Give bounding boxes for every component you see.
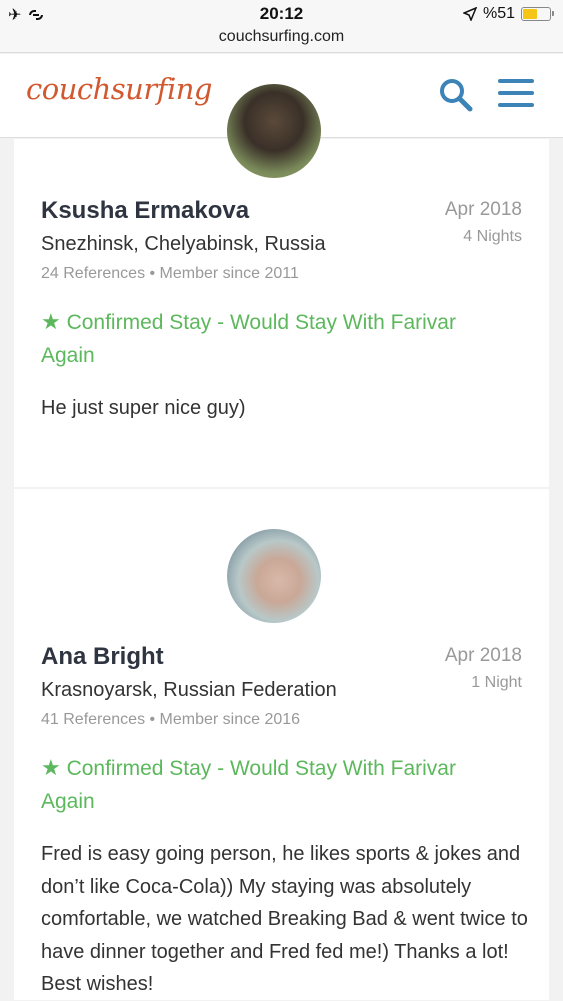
reference-card: Ana Bright Apr 2018 Krasnoyarsk, Russian… xyxy=(14,489,549,1000)
menu-bar xyxy=(498,103,534,107)
confirmed-stay: ★ Confirmed Stay - Would Stay With Fariv… xyxy=(41,305,511,372)
confirmed-stay-text: Confirmed Stay - Would Stay With Farivar… xyxy=(41,757,456,813)
reference-location: Krasnoyarsk, Russian Federation xyxy=(41,679,337,701)
search-button[interactable] xyxy=(439,78,473,112)
avatar[interactable] xyxy=(227,84,321,178)
reference-card: Ksusha Ermakova Apr 2018 Snezhinsk, Chel… xyxy=(14,84,549,487)
location-arrow-icon xyxy=(462,7,477,21)
menu-bar xyxy=(498,91,534,95)
reference-date: Apr 2018 xyxy=(444,199,522,220)
reference-text: He just super nice guy) xyxy=(41,397,246,419)
browser-url-bar[interactable]: couchsurfing.com xyxy=(0,27,563,53)
search-icon xyxy=(440,79,473,112)
battery-icon xyxy=(521,7,554,21)
reference-nights: 1 Night xyxy=(471,674,522,691)
reference-text: Fred is easy going person, he likes spor… xyxy=(41,843,528,995)
star-icon: ★ xyxy=(41,755,61,780)
reference-author-name[interactable]: Ana Bright xyxy=(41,643,164,671)
battery-percentage: %51 xyxy=(482,5,515,22)
status-right: %51 xyxy=(462,5,554,23)
reference-date: Apr 2018 xyxy=(444,645,522,666)
confirmed-stay-text: Confirmed Stay - Would Stay With Farivar… xyxy=(41,311,456,367)
couchsurfing-logo[interactable]: couchsurfing xyxy=(26,72,212,106)
hamburger-menu-button[interactable] xyxy=(498,79,534,111)
reference-nights: 4 Nights xyxy=(463,228,522,245)
star-icon: ★ xyxy=(41,309,61,334)
reference-meta: 41 References • Member since 2016 xyxy=(41,711,301,728)
avatar[interactable] xyxy=(227,529,321,623)
menu-bar xyxy=(498,79,534,83)
confirmed-stay: ★ Confirmed Stay - Would Stay With Fariv… xyxy=(41,751,511,818)
url-text: couchsurfing.com xyxy=(218,28,345,45)
reference-meta: 24 References • Member since 2011 xyxy=(41,265,299,282)
reference-location: Snezhinsk, Chelyabinsk, Russia xyxy=(41,233,326,255)
reference-author-name[interactable]: Ksusha Ermakova xyxy=(41,197,249,225)
status-bar: ✈ 20:12 %51 xyxy=(0,0,563,28)
